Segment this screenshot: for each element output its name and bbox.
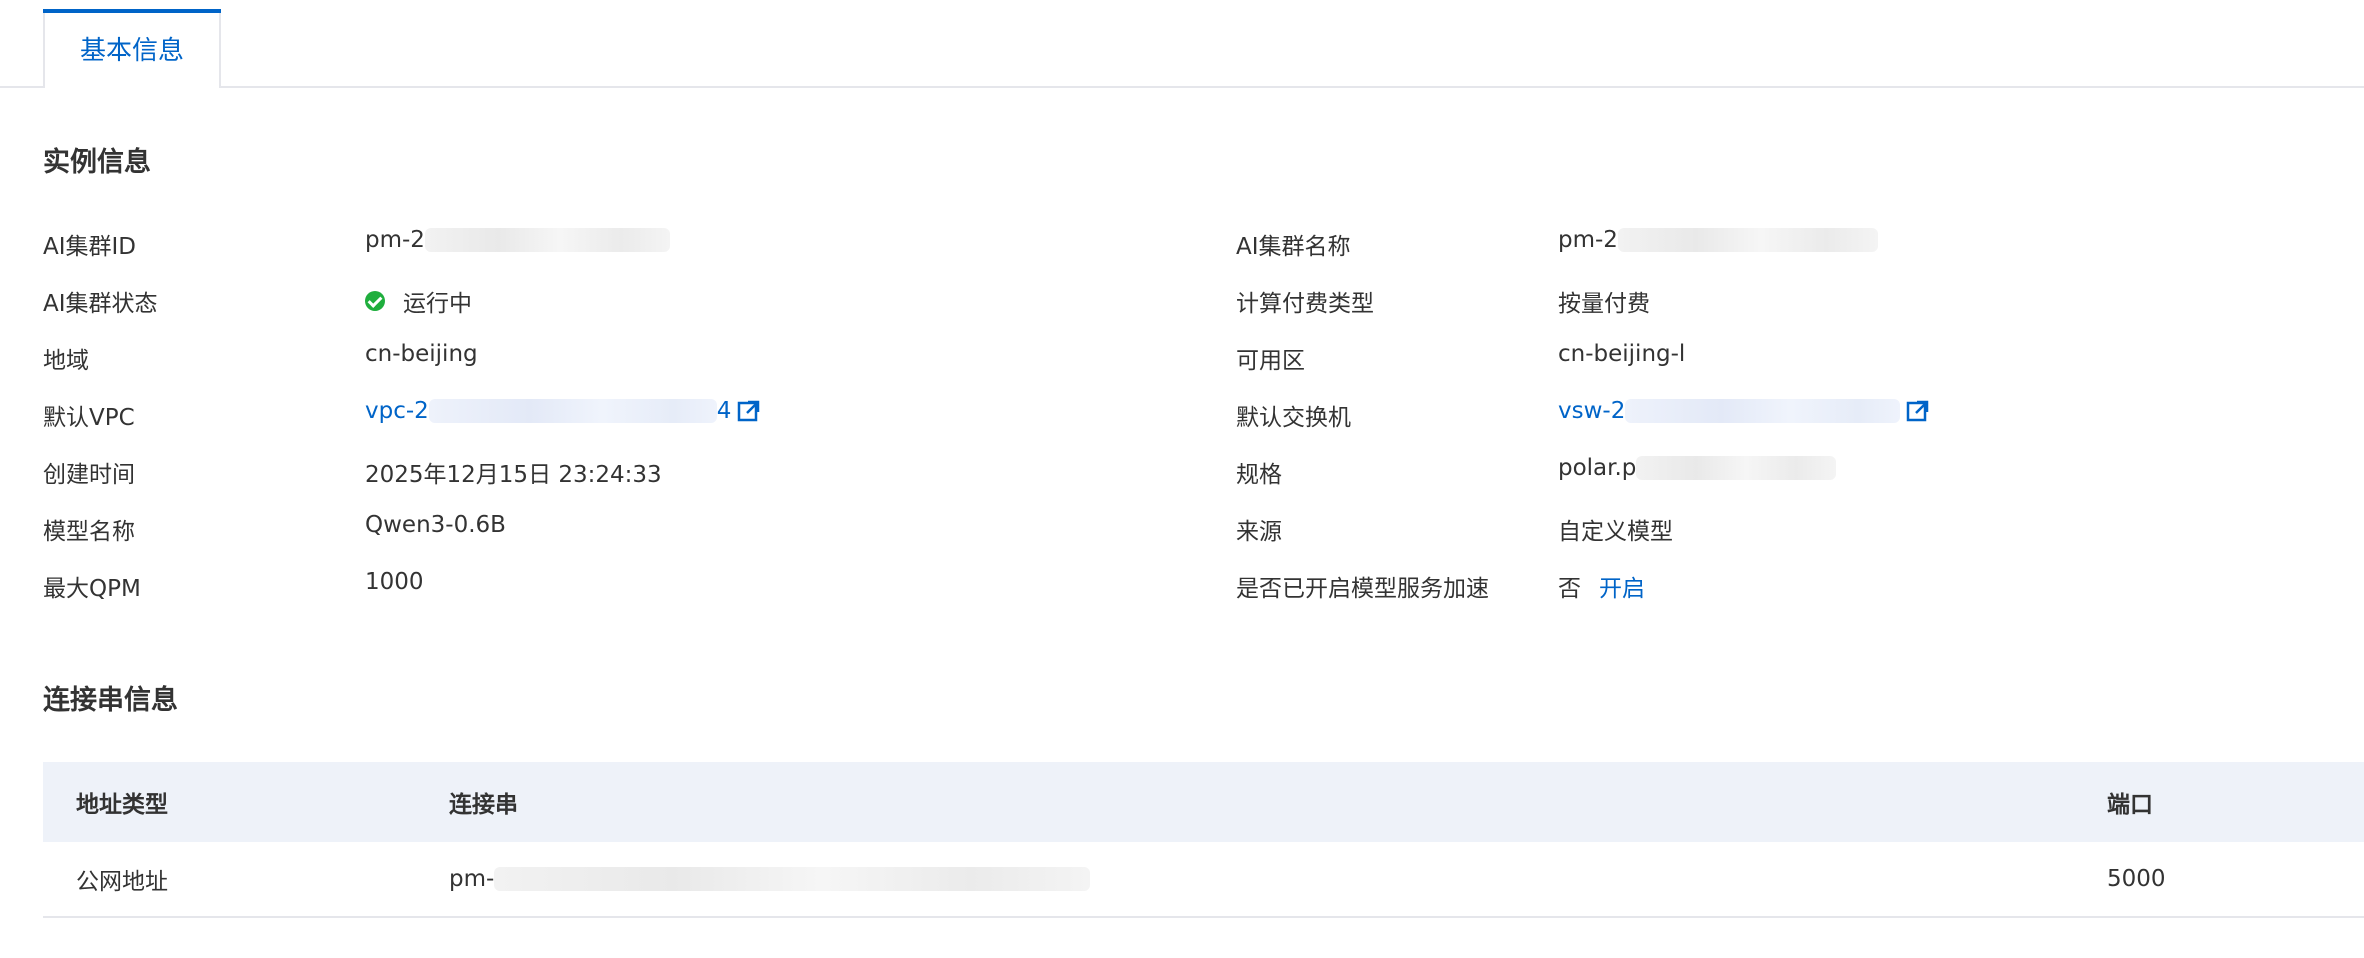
table-header: 地址类型 连接串 端口 [43, 762, 2364, 842]
acceleration-label: 是否已开启模型服务加速 [1236, 576, 1489, 602]
create-time-value: 2025年12月15日 23:24:33 [365, 462, 662, 488]
model-name-value: Qwen3-0.6B [365, 512, 506, 538]
spec-text: polar.p [1558, 455, 1637, 481]
vswitch-value: vsw-2 [1558, 398, 1930, 424]
redacted-mask [428, 399, 717, 423]
region-label: 地域 [43, 348, 89, 374]
source-value: 自定义模型 [1558, 519, 1673, 545]
acceleration-status: 否 [1558, 576, 1581, 602]
row-max-qpm: 最大QPM 1000 [43, 569, 1143, 602]
zone-value: cn-beijing-l [1558, 341, 1686, 367]
external-link-icon[interactable] [737, 399, 761, 423]
row-acceleration: 是否已开启模型服务加速 否 开启 [1236, 569, 2336, 602]
status-running-icon [365, 291, 385, 311]
external-link-icon[interactable] [1906, 399, 1930, 423]
zone-label: 可用区 [1236, 348, 1305, 374]
redacted-mask [494, 867, 1091, 891]
row-billing-type: 计算付费类型 按量付费 [1236, 284, 2336, 317]
cluster-name-label: AI集群名称 [1236, 234, 1351, 260]
spec-label: 规格 [1236, 462, 1282, 488]
cluster-id-label: AI集群ID [43, 234, 137, 260]
row-create-time: 创建时间 2025年12月15日 23:24:33 [43, 455, 1143, 488]
billing-type-label: 计算付费类型 [1236, 291, 1374, 317]
vswitch-label: 默认交换机 [1236, 405, 1351, 431]
connection-info-title: 连接串信息 [43, 685, 178, 716]
cluster-status-text: 运行中 [403, 291, 472, 317]
vpc-link-suffix[interactable]: 4 [717, 398, 732, 424]
vpc-label: 默认VPC [43, 405, 135, 431]
tab-basic-info-label: 基本信息 [79, 36, 184, 66]
enable-acceleration-link[interactable]: 开启 [1599, 569, 1645, 603]
row-region: 地域 cn-beijing [43, 341, 1143, 374]
vpc-link-prefix[interactable]: vpc-2 [365, 398, 429, 424]
vpc-value: vpc-2 4 [365, 398, 761, 424]
max-qpm-label: 最大QPM [43, 576, 141, 602]
tab-basic-info[interactable]: 基本信息 [43, 9, 221, 88]
region-value: cn-beijing [365, 341, 478, 367]
cluster-name-text: pm-2 [1558, 227, 1618, 253]
row-cluster-status: AI集群状态 运行中 [43, 284, 1143, 317]
redacted-mask [424, 228, 670, 252]
row-spec: 规格 polar.p [1236, 455, 2336, 488]
cluster-status-label: AI集群状态 [43, 291, 158, 317]
row-vswitch: 默认交换机 vsw-2 [1236, 398, 2336, 431]
cluster-id-value: pm-2 [365, 227, 670, 253]
connection-string-cell: pm- [449, 842, 1091, 916]
tab-bar: 基本信息 [0, 0, 2364, 88]
table-row: 公网地址 pm- 5000 [43, 842, 2364, 918]
vswitch-link[interactable]: vsw-2 [1558, 398, 1625, 424]
connection-table: 地址类型 连接串 端口 公网地址 pm- 5000 [43, 762, 2364, 918]
max-qpm-value: 1000 [365, 569, 424, 595]
connection-string-text: pm- [449, 866, 495, 892]
column-header-address-type: 地址类型 [76, 792, 168, 818]
row-cluster-name: AI集群名称 pm-2 [1236, 227, 2336, 260]
model-name-label: 模型名称 [43, 519, 135, 545]
row-zone: 可用区 cn-beijing-l [1236, 341, 2336, 374]
page: 基本信息 实例信息 AI集群ID pm-2 AI集群状态 运行中 地域 cn-b… [0, 0, 2364, 958]
cluster-id-text: pm-2 [365, 227, 425, 253]
spec-value: polar.p [1558, 455, 1837, 481]
create-time-label: 创建时间 [43, 462, 135, 488]
column-header-port: 端口 [2107, 792, 2153, 818]
row-cluster-id: AI集群ID pm-2 [43, 227, 1143, 260]
port-cell: 5000 [2107, 866, 2166, 892]
redacted-mask [1617, 228, 1878, 252]
row-model-name: 模型名称 Qwen3-0.6B [43, 512, 1143, 545]
redacted-mask [1625, 399, 1901, 423]
cluster-status-value: 运行中 [365, 284, 472, 318]
cluster-name-value: pm-2 [1558, 227, 1878, 253]
redacted-mask [1636, 456, 1837, 480]
column-header-connection-string: 连接串 [449, 792, 518, 818]
acceleration-value: 否 开启 [1558, 569, 1645, 603]
row-vpc: 默认VPC vpc-2 4 [43, 398, 1143, 431]
instance-info-title: 实例信息 [43, 147, 151, 178]
row-source: 来源 自定义模型 [1236, 512, 2336, 545]
billing-type-value: 按量付费 [1558, 291, 1650, 317]
address-type-cell: 公网地址 [76, 869, 168, 895]
source-label: 来源 [1236, 519, 1282, 545]
